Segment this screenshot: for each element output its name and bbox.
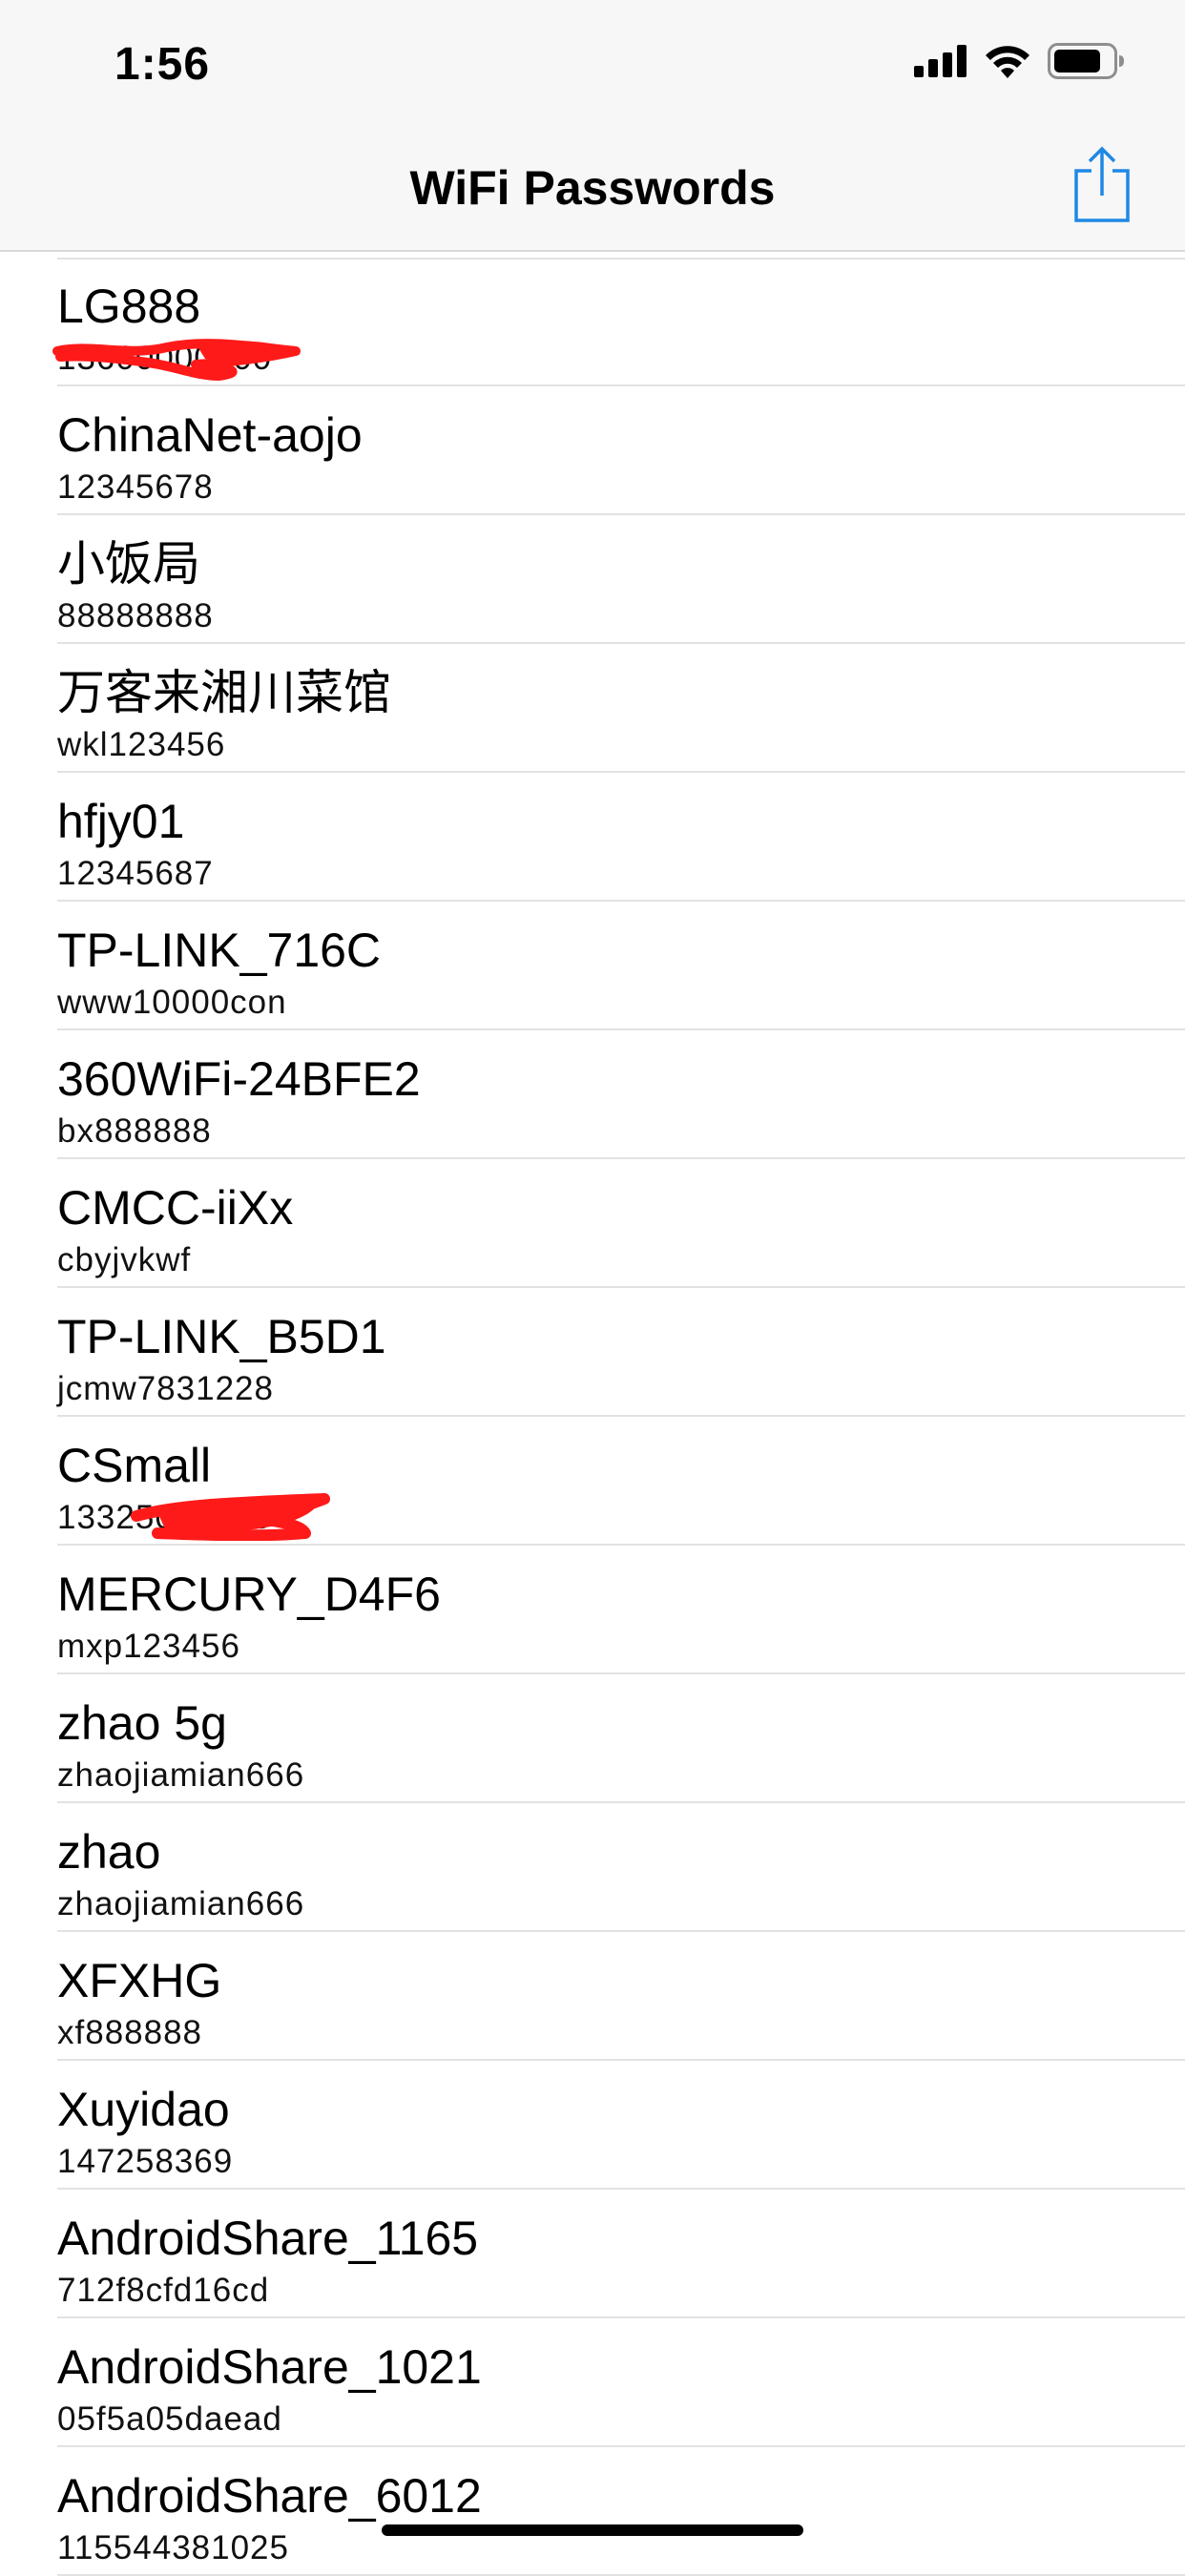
list-item[interactable]: LG888 13600000000 (0, 258, 1185, 386)
network-password: wkl123456 (57, 726, 226, 763)
network-name: MERCURY_D4F6 (57, 1568, 441, 1621)
network-name: AndroidShare_1021 (57, 2340, 482, 2394)
network-password: 13600000000 (57, 340, 273, 377)
list-item[interactable]: hfjy01 12345687 (0, 773, 1185, 902)
network-name: TP-LINK_716C (57, 924, 382, 977)
status-time: 1:56 (114, 39, 211, 90)
list-item[interactable]: ChinaNet-aojo 12345678 (0, 386, 1185, 515)
list-item[interactable]: MERCURY_D4F6 mxp123456 (0, 1546, 1185, 1674)
network-password: 115544381025 (57, 2529, 289, 2566)
network-password: 147258369 (57, 2143, 234, 2180)
list-item[interactable]: AndroidShare_1165 712f8cfd16cd (0, 2190, 1185, 2318)
network-name: LG888 (57, 280, 201, 333)
network-password: 712f8cfd16cd (57, 2272, 270, 2309)
network-name: XFXHG (57, 1954, 222, 2007)
network-name: AndroidShare_1165 (57, 2212, 479, 2265)
list-item[interactable]: 360WiFi-24BFE2 bx888888 (0, 1030, 1185, 1159)
network-password: 12345687 (57, 855, 214, 892)
network-password: 05f5a05daead (57, 2400, 282, 2438)
network-name: 360WiFi-24BFE2 (57, 1052, 421, 1106)
share-button[interactable] (1069, 141, 1135, 227)
battery-icon (1048, 42, 1126, 84)
list-item[interactable]: TP-LINK_B5D1 jcmw7831228 (0, 1288, 1185, 1417)
list-item[interactable]: TP-LINK_716C www10000con (0, 902, 1185, 1030)
status-icons (914, 42, 1126, 84)
network-password: xf888888 (57, 2014, 203, 2051)
page-title: WiFi Passwords (409, 161, 776, 215)
cellular-signal-icon (914, 44, 967, 82)
network-name: 万客来湘川菜馆 (57, 666, 391, 719)
list-item[interactable]: AndroidShare_6012 115544381025 (0, 2447, 1185, 2576)
wifi-icon (985, 44, 1030, 83)
list-item[interactable]: 万客来湘川菜馆 wkl123456 (0, 644, 1185, 773)
network-name: AndroidShare_6012 (57, 2469, 482, 2523)
share-icon (1074, 146, 1130, 222)
network-name: Xuyidao (57, 2083, 230, 2136)
network-name: TP-LINK_B5D1 (57, 1310, 386, 1363)
network-password: zhaojiamian666 (57, 1885, 305, 1922)
network-password: cbyjvkwf (57, 1241, 192, 1278)
network-password: jcmw7831228 (57, 1370, 274, 1407)
network-name: hfjy01 (57, 795, 185, 848)
navigation-bar: 1:56 WiFi Passwords (0, 0, 1185, 252)
network-password: 12345678 (57, 468, 214, 506)
network-name: CSmall (57, 1439, 212, 1492)
network-password: mxp123456 (57, 1628, 240, 1665)
list-item[interactable]: zhao 5g zhaojiamian666 (0, 1674, 1185, 1803)
list-item[interactable]: XFXHG xf888888 (0, 1932, 1185, 2061)
home-indicator[interactable] (382, 2524, 803, 2536)
network-password: 13325000000 (57, 1499, 273, 1536)
list-item[interactable]: CMCC-iiXx cbyjvkwf (0, 1159, 1185, 1288)
network-password: bx888888 (57, 1112, 212, 1150)
wifi-list: LG888 13600000000 ChinaNet-aojo 12345678… (0, 258, 1185, 2576)
network-name: zhao 5g (57, 1696, 227, 1750)
network-name: 小饭局 (57, 537, 200, 591)
list-item[interactable]: CSmall 13325000000 (0, 1417, 1185, 1546)
network-password: 88888888 (57, 597, 214, 634)
network-name: zhao (57, 1825, 161, 1879)
list-item[interactable]: AndroidShare_1021 05f5a05daead (0, 2318, 1185, 2447)
list-item[interactable]: Xuyidao 147258369 (0, 2061, 1185, 2190)
network-name: CMCC-iiXx (57, 1181, 294, 1235)
list-item[interactable]: 小饭局 88888888 (0, 515, 1185, 644)
network-password: www10000con (57, 984, 287, 1021)
network-name: ChinaNet-aojo (57, 408, 363, 462)
list-item[interactable]: zhao zhaojiamian666 (0, 1803, 1185, 1932)
network-password: zhaojiamian666 (57, 1756, 305, 1794)
